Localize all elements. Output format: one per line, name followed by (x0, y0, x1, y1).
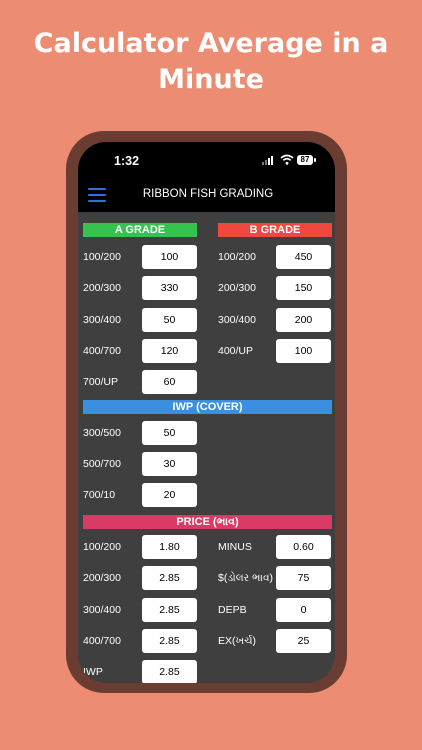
price-input[interactable]: 2.85 (142, 629, 197, 653)
b-grade-input[interactable]: 200 (276, 308, 331, 332)
iwp-header: IWP (COVER) (83, 400, 332, 414)
iwp-input[interactable]: 30 (142, 452, 197, 476)
iwp-input[interactable]: 50 (142, 421, 197, 445)
price-extra-label: DEPB (218, 604, 247, 616)
price-label: 400/700 (83, 635, 121, 647)
price-extra-input[interactable]: 0.60 (276, 535, 331, 559)
price-extra-input[interactable]: 75 (276, 566, 331, 590)
a-grade-input[interactable]: 330 (142, 276, 197, 300)
promo-headline-line1: Calculator Average in a (33, 28, 389, 59)
price-extra-label: MINUS (218, 541, 252, 553)
price-label: 300/400 (83, 604, 121, 616)
promo-headline: Calculator Average in a Minute (0, 26, 422, 98)
price-input[interactable]: 2.85 (142, 598, 197, 622)
a-grade-input[interactable]: 50 (142, 308, 197, 332)
b-grade-label: 400/UP (218, 345, 254, 357)
b-grade-header: B GRADE (218, 223, 332, 237)
b-grade-label: 200/300 (218, 282, 256, 294)
a-grade-input[interactable]: 120 (142, 339, 197, 363)
promo-headline-line2: Minute (158, 64, 264, 95)
a-grade-label: 300/400 (83, 314, 121, 326)
signal-icon (262, 156, 276, 165)
price-extra-label: EX(ખર્ચ) (218, 635, 257, 647)
b-grade-label: 300/400 (218, 314, 256, 326)
iwp-label: 300/500 (83, 427, 121, 439)
price-extra-input[interactable]: 0 (276, 598, 331, 622)
b-grade-label: 100/200 (218, 251, 256, 263)
price-extra-label: $(ડોલર ભાવ) (218, 572, 274, 584)
status-time: 1:32 (114, 154, 140, 168)
b-grade-input[interactable]: 450 (276, 245, 331, 269)
battery-icon: 87 (297, 155, 313, 165)
a-grade-label: 400/700 (83, 345, 121, 357)
b-grade-input[interactable]: 100 (276, 339, 331, 363)
price-label: 200/300 (83, 572, 121, 584)
price-input[interactable]: 2.85 (142, 660, 197, 683)
a-grade-input[interactable]: 60 (142, 370, 197, 394)
iwp-label: 500/700 (83, 458, 121, 470)
b-grade-input[interactable]: 150 (276, 276, 331, 300)
app-title: RIBBON FISH GRADING (142, 188, 274, 200)
price-input[interactable]: 1.80 (142, 535, 197, 559)
menu-icon[interactable] (88, 188, 106, 202)
price-input[interactable]: 2.85 (142, 566, 197, 590)
app-bar: RIBBON FISH GRADING (78, 176, 335, 212)
price-extra-input[interactable]: 25 (276, 629, 331, 653)
battery-cap (314, 158, 316, 162)
status-bar: 1:32 87 (78, 142, 335, 176)
price-label: 100/200 (83, 541, 121, 553)
iwp-input[interactable]: 20 (142, 483, 197, 507)
wifi-icon (280, 154, 294, 165)
iwp-label: 700/10 (83, 489, 116, 501)
a-grade-label: 100/200 (83, 251, 121, 263)
price-label: IWP (83, 666, 103, 678)
price-header: PRICE (ભાવ) (83, 515, 332, 529)
a-grade-label: 700/UP (83, 376, 119, 388)
app-screen: 1:32 87 RIBBON FISH GRADING A GRADE 100/… (78, 142, 335, 683)
a-grade-label: 200/300 (83, 282, 121, 294)
a-grade-header: A GRADE (83, 223, 197, 237)
a-grade-input[interactable]: 100 (142, 245, 197, 269)
